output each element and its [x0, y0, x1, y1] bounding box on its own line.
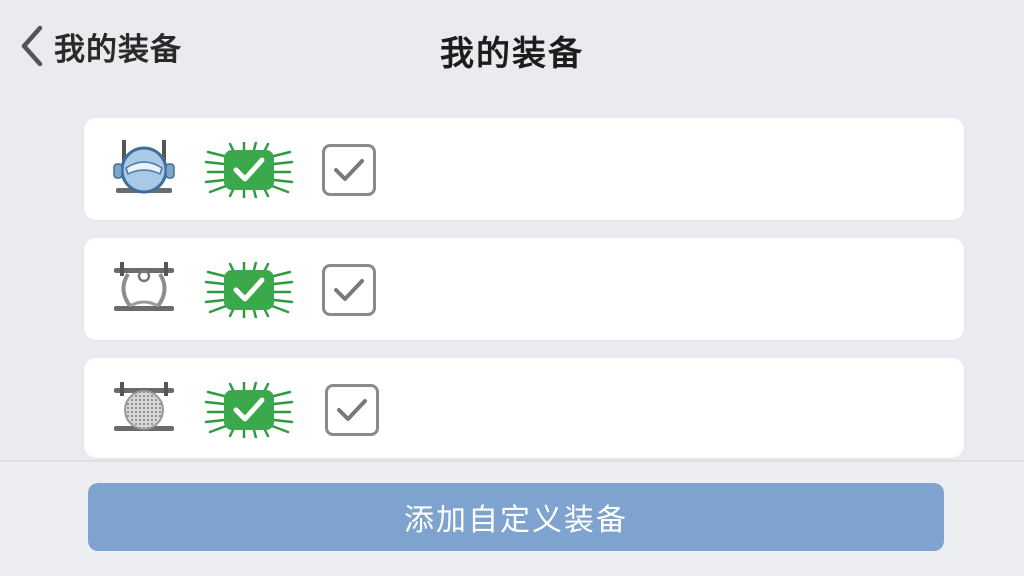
- equipment-item[interactable]: [84, 358, 964, 458]
- checkmark-icon: [334, 159, 364, 181]
- page-title: 我的装备: [440, 34, 584, 74]
- equipment-item[interactable]: [84, 118, 964, 220]
- add-custom-equipment-button[interactable]: 添加自定义装备: [88, 483, 944, 551]
- checkmark-icon: [334, 279, 364, 301]
- equipment-screen: 我的装备 我的装备 添加自定义装备: [0, 0, 1024, 576]
- equipment-item[interactable]: [84, 238, 964, 340]
- nav-bar: 我的装备 我的装备: [0, 0, 1024, 96]
- rope-loop-icon: [110, 258, 178, 318]
- green-check-icon: [204, 140, 294, 200]
- checkmark-icon: [337, 399, 367, 421]
- helmet-icon: [110, 138, 178, 198]
- mesh-net-icon: [110, 378, 178, 438]
- green-check-icon: [204, 260, 294, 320]
- item-checkbox[interactable]: [322, 264, 376, 316]
- green-check-icon: [204, 380, 294, 440]
- equipment-list: [84, 118, 964, 476]
- item-checkbox[interactable]: [325, 384, 379, 436]
- item-checkbox[interactable]: [322, 144, 376, 196]
